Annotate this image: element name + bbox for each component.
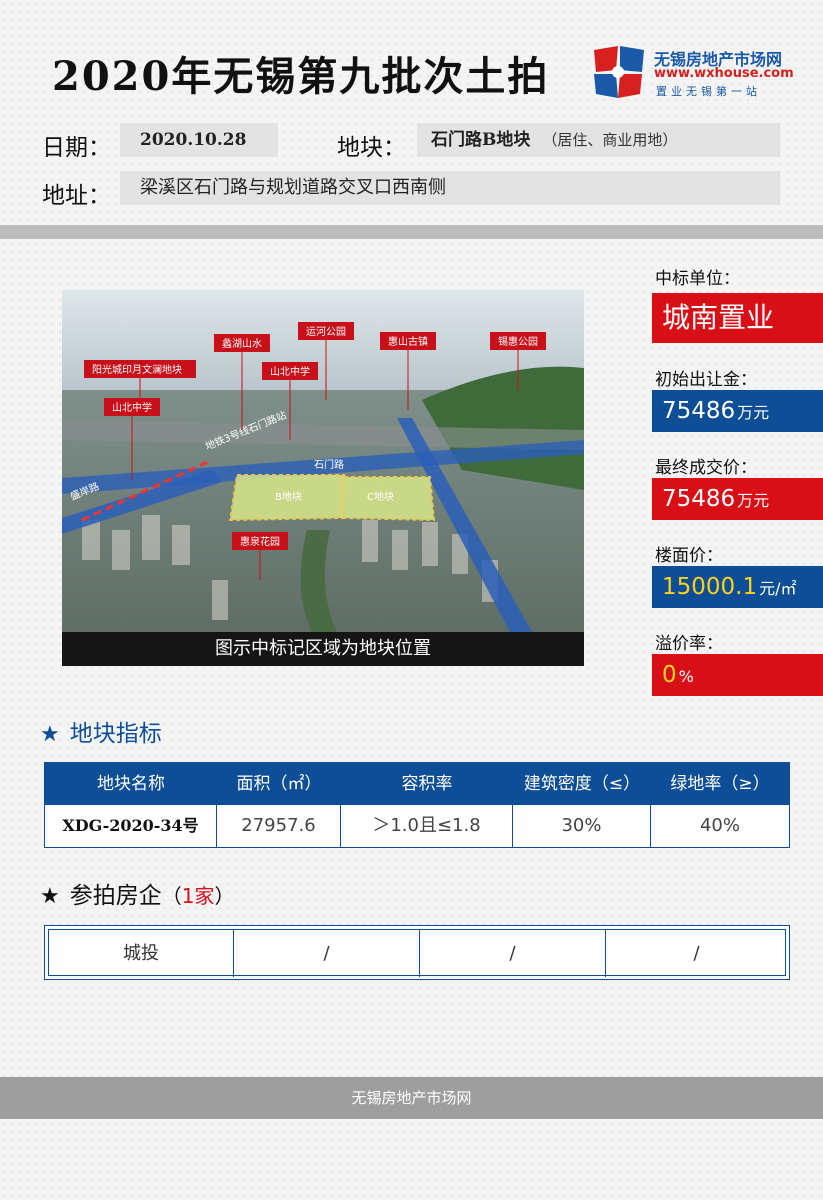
table-cell: 城投 <box>49 930 234 977</box>
footer-text: 无锡房地产市场网 <box>351 1089 472 1107</box>
premium-label: 溢价率： <box>655 634 723 654</box>
aerial-photo: B地块 C地块 石门路 盛岸路 地铁3号线石门路站 阳光城印月文澜地块 山北中学… <box>62 290 584 632</box>
svg-text:C地块: C地块 <box>367 490 394 503</box>
start-price-box: 75486 万元 <box>652 390 823 432</box>
bidders-count: 1家 <box>181 884 215 908</box>
date-value: 2020.10.28 <box>120 123 278 157</box>
plot-name: 石门路B地块 <box>431 130 531 150</box>
table-cell: / <box>234 930 420 977</box>
plot-box: 石门路B地块 （居住、商业用地） <box>417 123 780 157</box>
address-value: 梁溪区石门路与规划道路交叉口西南侧 <box>120 171 780 205</box>
floor-price-box: 15000.1 元/㎡ <box>652 566 823 608</box>
bidders-title: 参拍房企 <box>69 883 162 909</box>
bidders-heading: ★ 参拍房企（1家） <box>40 876 234 910</box>
svg-text:运河公园: 运河公园 <box>306 326 346 338</box>
bidders-count-open: （ <box>161 884 182 908</box>
logo-mark-icon <box>594 46 644 98</box>
svg-text:山北中学: 山北中学 <box>270 365 310 378</box>
table-row: XDG-2020-34号 27957.6 ＞1.0且≤1.8 30% 40% <box>45 805 789 847</box>
svg-text:锡惠公园: 锡惠公园 <box>498 335 538 348</box>
header-cell: 建筑密度（≤） <box>523 774 641 794</box>
table-cell: / <box>693 943 700 964</box>
star-icon: ★ <box>40 722 60 747</box>
floor-price-label: 楼面价： <box>655 546 723 566</box>
indicators-title: 地块指标 <box>69 721 162 747</box>
section-divider <box>0 225 823 239</box>
start-price-unit: 万元 <box>737 403 770 422</box>
winner-value: 城南置业 <box>652 293 823 343</box>
table-header: 地块名称 面积（㎡） 容积率 建筑密度（≤） 绿地率（≥） <box>45 763 789 805</box>
logo-url: www.wxhouse.com <box>654 66 794 81</box>
table-cell: / <box>420 930 606 977</box>
table-row: 城投 / / / <box>48 929 786 977</box>
winner-label: 中标单位： <box>655 269 740 289</box>
svg-text:蠡湖山水: 蠡湖山水 <box>222 337 262 350</box>
final-price-unit: 万元 <box>737 491 770 510</box>
plot-use: （居住、商业用地） <box>542 131 678 149</box>
aerial-map-illustration: B地块 C地块 石门路 盛岸路 地铁3号线石门路站 阳光城印月文澜地块 山北中学… <box>62 290 584 632</box>
start-price-value: 75486 <box>662 398 736 424</box>
premium-box: 0% <box>652 654 823 696</box>
plot-label: 地块： <box>337 135 406 161</box>
table-cell: 40% <box>699 815 740 836</box>
indicators-table: 地块名称 面积（㎡） 容积率 建筑密度（≤） 绿地率（≥） XDG-2020-3… <box>44 762 790 848</box>
start-price-label: 初始出让金： <box>655 370 757 390</box>
address-label: 地址： <box>42 183 111 209</box>
final-price-value: 75486 <box>662 486 736 512</box>
page-title: 2020年无锡第九批次土拍 <box>52 53 550 100</box>
svg-text:山北中学: 山北中学 <box>112 401 152 414</box>
logo-slogan: 置业无锡第一站 <box>656 85 761 98</box>
table-cell: 27957.6 <box>217 805 341 847</box>
floor-price-value: 15000.1 <box>662 574 758 600</box>
header-cell: 地块名称 <box>97 774 165 794</box>
table-cell: XDG-2020-34号 <box>45 805 217 847</box>
date-label: 日期： <box>42 135 111 161</box>
floor-price-unit: 元/㎡ <box>759 579 797 598</box>
premium-unit: % <box>678 667 694 686</box>
bidders-table: 城投 / / / <box>44 925 790 980</box>
table-cell: ＞1.0且≤1.8 <box>341 805 513 847</box>
star-icon: ★ <box>40 884 60 909</box>
svg-text:阳光城印月文澜地块: 阳光城印月文澜地块 <box>92 363 182 376</box>
svg-text:惠山古镇: 惠山古镇 <box>388 335 428 348</box>
image-caption: 图示中标记区域为地块位置 <box>62 632 584 666</box>
footer-bar: 无锡房地产市场网 <box>0 1077 823 1119</box>
indicators-heading: ★ 地块指标 <box>40 714 162 748</box>
final-price-box: 75486 万元 <box>652 478 823 520</box>
header-cell: 绿地率（≥） <box>670 774 770 794</box>
svg-text:B地块: B地块 <box>275 490 302 503</box>
svg-text:惠泉花园: 惠泉花园 <box>240 535 280 548</box>
site-logo[interactable]: 无锡房地产市场网 www.wxhouse.com 置业无锡第一站 <box>590 44 805 100</box>
final-price-label: 最终成交价： <box>655 458 757 478</box>
header-cell: 面积（㎡） <box>236 774 322 794</box>
premium-value: 0 <box>662 662 677 688</box>
bidders-count-close: ） <box>214 884 235 908</box>
table-cell: 30% <box>513 805 651 847</box>
svg-text:石门路: 石门路 <box>314 458 344 471</box>
header-cell: 容积率 <box>401 774 453 794</box>
